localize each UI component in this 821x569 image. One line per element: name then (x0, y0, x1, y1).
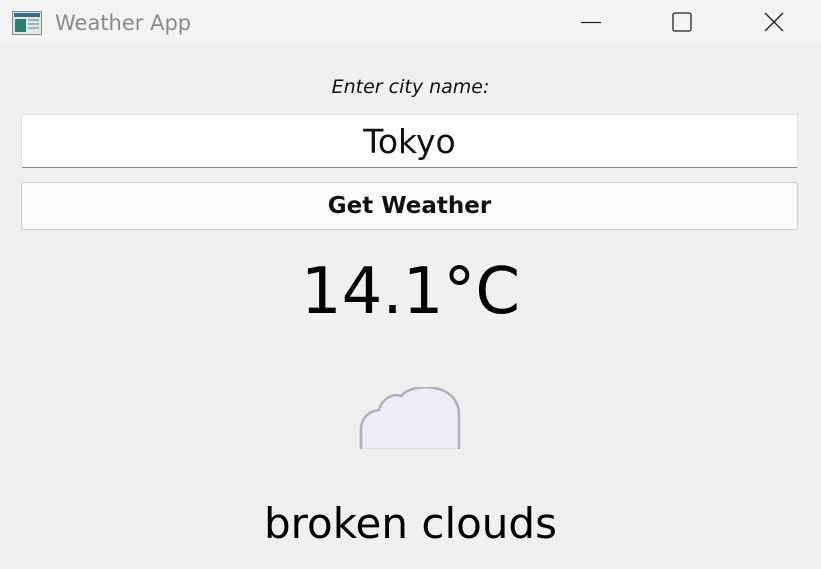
maximize-icon (672, 12, 692, 32)
main-content: Enter city name: Get Weather 14.1°C brok… (0, 46, 821, 569)
minimize-icon (581, 21, 601, 24)
weather-app-icon (12, 11, 42, 35)
title-bar: Weather App (0, 0, 821, 46)
city-label: Enter city name: (331, 76, 490, 98)
close-button[interactable] (729, 0, 819, 46)
maximize-button[interactable] (637, 0, 727, 46)
weather-description: broken clouds (264, 499, 557, 548)
minimize-button[interactable] (546, 0, 636, 46)
city-input[interactable] (21, 114, 798, 168)
window-title: Weather App (55, 11, 192, 35)
temperature-display: 14.1°C (300, 255, 521, 329)
get-weather-button[interactable]: Get Weather (21, 182, 798, 230)
close-icon (764, 12, 784, 32)
cloud-icon (359, 386, 462, 452)
